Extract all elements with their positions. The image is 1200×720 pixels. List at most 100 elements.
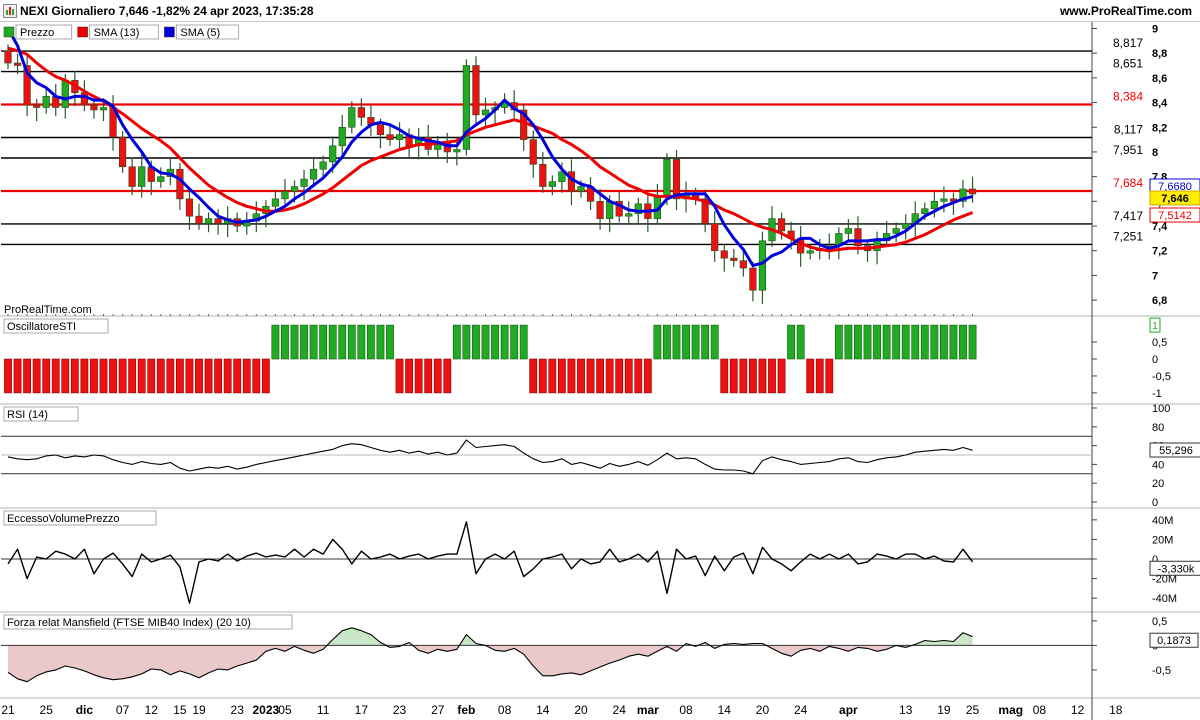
sti-bar xyxy=(701,324,710,360)
x-tick-label: 07 xyxy=(116,703,130,717)
sti-bar xyxy=(825,358,834,394)
candle-body xyxy=(453,149,461,153)
sti-bar xyxy=(195,358,203,394)
candle-body xyxy=(472,65,480,116)
sti-bar xyxy=(882,324,891,360)
candle-body xyxy=(672,159,681,200)
sti-bar xyxy=(233,358,242,394)
candle-body xyxy=(577,186,585,192)
sti-bar xyxy=(729,358,738,394)
sti-bar xyxy=(510,324,519,360)
candle-body xyxy=(806,250,814,254)
sti-bar xyxy=(4,358,12,394)
sti-bar xyxy=(911,324,920,360)
sti-bar xyxy=(366,324,375,360)
x-tick-label: 27 xyxy=(431,703,445,717)
sti-bar xyxy=(959,324,967,360)
mansfield-y-tick-label: 0,5 xyxy=(1152,616,1167,628)
sti-bar xyxy=(538,358,547,394)
candle-body xyxy=(739,260,747,269)
sti-bar xyxy=(252,358,261,394)
sti-bar xyxy=(70,358,79,394)
rsi-y-tick-label: 0 xyxy=(1152,497,1158,509)
sti-bar xyxy=(137,358,146,394)
sti-bar xyxy=(462,324,471,360)
sti-bar xyxy=(672,324,681,360)
sti-bar xyxy=(815,358,824,394)
candle-body xyxy=(548,181,556,187)
sti-bar xyxy=(491,324,499,360)
sti-bar xyxy=(42,358,51,394)
sti-bar xyxy=(118,358,127,394)
candle-body xyxy=(663,159,671,197)
candle-body xyxy=(138,166,146,187)
candle-body xyxy=(300,178,308,187)
rsi-line xyxy=(7,439,973,475)
chart-canvas[interactable]: 8,8178,6518,3848,1177,9517,6847,4177,251… xyxy=(0,22,1200,720)
price-y-tick-label: 8,2 xyxy=(1152,122,1167,134)
candle-body xyxy=(596,201,604,219)
candle-body xyxy=(758,240,767,291)
x-tick-label: 08 xyxy=(679,703,693,717)
candle-body xyxy=(128,166,136,187)
sti-bar xyxy=(901,324,910,360)
sti-bar xyxy=(376,324,385,360)
level-label: 7,251 xyxy=(1113,229,1143,243)
legend-label: Prezzo xyxy=(20,27,54,39)
evp-y-tick-label: 20M xyxy=(1152,534,1173,546)
x-tick-label: mar xyxy=(637,703,659,717)
price-y-tick-label: 8 xyxy=(1152,147,1158,159)
candle-body xyxy=(844,228,852,234)
x-tick-label: 20 xyxy=(756,703,770,717)
sti-bar xyxy=(281,324,289,360)
candle-body xyxy=(319,161,327,170)
sti-bar xyxy=(147,358,156,394)
price-y-tick-label: 7,2 xyxy=(1152,246,1167,258)
candle-body xyxy=(730,257,738,261)
x-tick-label: dic xyxy=(76,703,94,717)
x-tick-label: 19 xyxy=(192,703,206,717)
x-tick-label: 14 xyxy=(536,703,550,717)
rsi-badge-label: 55,296 xyxy=(1159,445,1193,457)
sti-bar xyxy=(13,358,22,394)
sti-bar xyxy=(443,358,452,394)
price-y-tick-label: 7 xyxy=(1152,270,1158,282)
candle-body xyxy=(33,104,41,108)
candle-body xyxy=(395,134,404,140)
legend-label: SMA (13) xyxy=(94,27,140,39)
sti-bar xyxy=(653,324,662,360)
candle-body xyxy=(720,250,728,259)
sti-bar xyxy=(328,324,337,360)
sti-bar xyxy=(873,324,881,360)
rsi-y-tick-label: 40 xyxy=(1152,459,1164,471)
title-bar: NEXI Giornaliero 7,646 -1,82% 24 apr 202… xyxy=(0,0,1200,22)
sti-bar xyxy=(109,358,117,394)
sti-bar xyxy=(261,358,270,394)
candle-body xyxy=(481,109,490,116)
sti-bar xyxy=(863,324,872,360)
sti-bar xyxy=(433,358,442,394)
candle-body xyxy=(281,191,289,200)
sti-bar xyxy=(968,324,977,360)
sti-bar xyxy=(605,358,614,394)
sti-bar xyxy=(596,358,604,394)
candle-body xyxy=(61,80,69,108)
sti-bar xyxy=(519,324,528,360)
app-menu-icon[interactable] xyxy=(3,4,17,18)
sti-bar xyxy=(844,324,853,360)
sti-bar xyxy=(615,358,624,394)
sti-bar xyxy=(271,324,280,360)
sti-bar xyxy=(90,358,98,394)
candle-body xyxy=(42,96,50,108)
candle-body xyxy=(290,186,299,192)
sti-bar xyxy=(691,324,700,360)
price-y-tick-label: 8,4 xyxy=(1152,98,1168,110)
site-label[interactable]: www.ProRealTime.com xyxy=(1060,4,1192,18)
sti-bar xyxy=(414,358,423,394)
x-tick-label: 20 xyxy=(574,703,588,717)
sti-bar xyxy=(949,324,958,360)
sti-bar xyxy=(80,358,89,394)
sti-bar xyxy=(586,358,595,394)
sti-bar xyxy=(338,324,347,360)
candle-body xyxy=(329,145,337,163)
